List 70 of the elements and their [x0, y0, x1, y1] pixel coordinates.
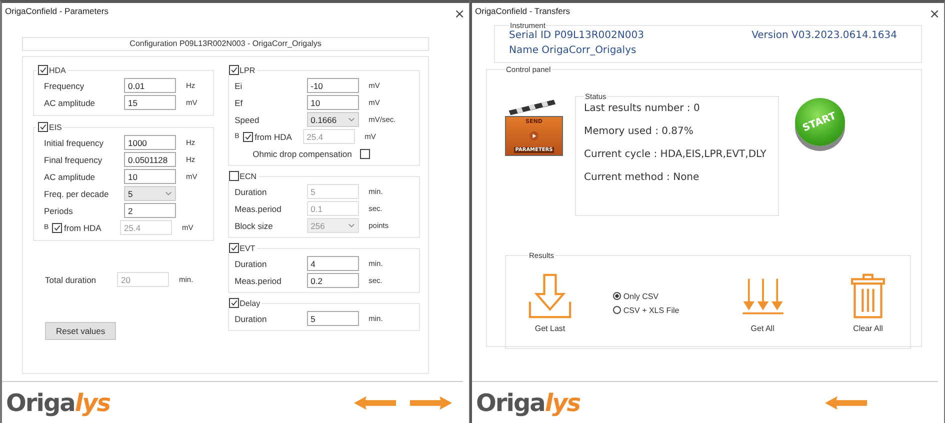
action-label: Get All — [750, 324, 774, 333]
format-radio[interactable]: CSV + XLS File — [613, 306, 680, 314]
caret-icon — [165, 191, 172, 196]
group-checkbox[interactable] — [38, 65, 48, 75]
group-checkbox[interactable] — [228, 243, 239, 253]
input-field[interactable]: 10 — [306, 95, 359, 110]
field-label: Final frequency — [44, 154, 104, 164]
checkbox-label: Ohmic drop compensation — [252, 148, 352, 158]
input-field[interactable]: 10 — [124, 169, 176, 184]
status-text: Last results number : 0 — [584, 103, 701, 115]
group-checkbox[interactable] — [228, 65, 239, 75]
input-field[interactable]: 0.2 — [306, 273, 359, 288]
field-label: Meas.period — [234, 276, 282, 286]
input-field[interactable]: 15 — [124, 95, 176, 110]
reset-button[interactable]: Reset values — [45, 322, 116, 340]
play-icon — [529, 131, 539, 141]
field-label: Duration — [234, 258, 268, 268]
field-label: Duration — [234, 314, 268, 324]
configuration-bar: Configuration P09L13R002N003 - OrigaCorr_Origalys — [22, 37, 429, 51]
window-title: OrigaConfield - Parameters — [5, 6, 108, 16]
status-text: Memory used : 0.87% — [584, 126, 694, 138]
action-label: Get Last — [534, 324, 566, 333]
input-field[interactable]: 0.0501128 — [124, 152, 176, 167]
input-field[interactable]: 4 — [306, 256, 359, 271]
serial-id-text: Serial ID P09L13R002N003 — [509, 30, 644, 41]
field-label: Ei — [234, 80, 244, 90]
group-title: LPR — [240, 66, 256, 74]
field-label: Meas.period — [234, 204, 282, 214]
caret-icon — [348, 117, 355, 122]
checkbox-label: from HDA — [64, 222, 102, 232]
group-checkbox[interactable] — [38, 122, 48, 132]
close-button[interactable]: × — [450, 8, 469, 20]
caret-icon — [348, 223, 355, 228]
instrument-name-text: Name OrigaCorr_Origalys — [509, 45, 638, 56]
version-text: Version V03.2023.0614.1634 — [752, 30, 897, 41]
field-label: Ef — [234, 98, 244, 108]
group-title: HDA — [49, 66, 66, 74]
field-label: Periods — [44, 206, 74, 216]
status-text: Current method : None — [584, 172, 700, 184]
field-label: Frequency — [44, 80, 86, 90]
input-field[interactable]: 5 — [306, 311, 359, 326]
select-field[interactable]: 5 — [124, 186, 176, 201]
checkbox[interactable] — [360, 148, 370, 158]
logo: Origalys — [476, 388, 580, 416]
field-label: AC amplitude — [44, 98, 96, 108]
status-text: Current cycle : HDA,EIS,LPR,EVT,DLY — [584, 149, 768, 161]
close-button[interactable]: × — [925, 8, 944, 20]
logo: Origalys — [6, 388, 110, 416]
group-checkbox[interactable] — [228, 298, 239, 308]
group-title: ECN — [240, 172, 256, 180]
field-label: AC amplitude — [44, 172, 96, 182]
input-field[interactable]: -10 — [306, 78, 359, 93]
field-label: Duration — [234, 186, 268, 196]
select-field[interactable]: 0.1666 — [306, 112, 359, 127]
field-label: Total duration — [45, 274, 98, 284]
format-radio[interactable]: Only CSV — [613, 292, 680, 300]
field-label: Initial frequency — [44, 138, 105, 148]
input-field[interactable]: 2 — [124, 203, 176, 218]
group-checkbox[interactable] — [228, 171, 239, 181]
field-label: Block size — [234, 220, 274, 230]
group-title: EIS — [49, 122, 62, 132]
group-title: EVT — [240, 244, 256, 252]
input-field[interactable]: 0.01 — [124, 78, 176, 93]
checkbox-label: from HDA — [254, 132, 293, 142]
input-field[interactable]: 1000 — [124, 135, 176, 150]
window-title: OrigaConfield - Transfers — [475, 6, 570, 16]
field-label: Freq. per decade — [44, 188, 110, 198]
field-label: Speed — [234, 114, 260, 124]
action-label: Clear All — [853, 324, 883, 333]
group-title: Delay — [240, 298, 260, 308]
